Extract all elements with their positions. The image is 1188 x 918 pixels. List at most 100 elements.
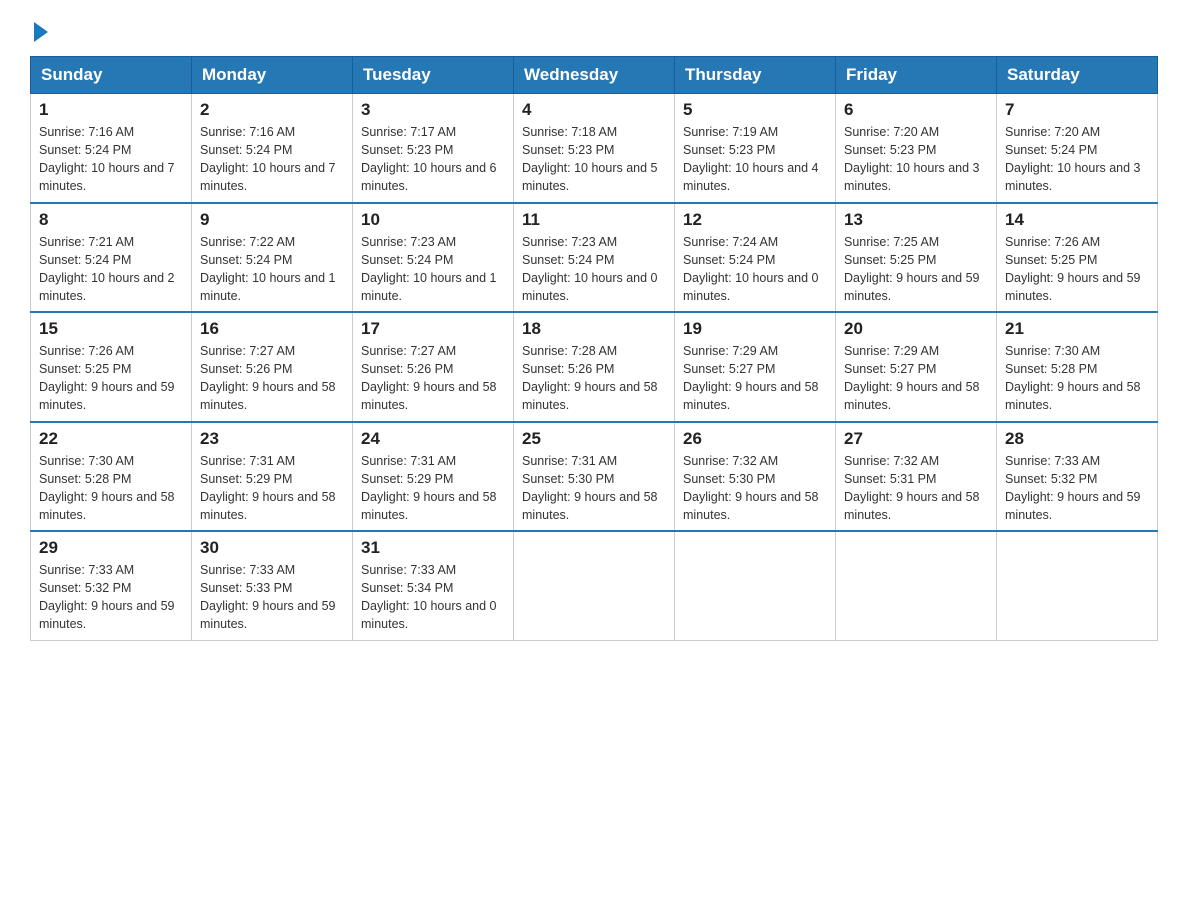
calendar-cell: 15Sunrise: 7:26 AMSunset: 5:25 PMDayligh… [31,312,192,422]
day-info: Sunrise: 7:33 AMSunset: 5:33 PMDaylight:… [200,561,344,634]
day-info: Sunrise: 7:16 AMSunset: 5:24 PMDaylight:… [200,123,344,196]
day-number: 14 [1005,210,1149,230]
day-info: Sunrise: 7:31 AMSunset: 5:30 PMDaylight:… [522,452,666,525]
day-number: 25 [522,429,666,449]
calendar-cell: 14 Sunrise: 7:26 AMSunset: 5:25 PMDayligh… [997,203,1158,313]
day-number: 20 [844,319,988,339]
week-row-5: 29 Sunrise: 7:33 AMSunset: 5:32 PMDayligh… [31,531,1158,640]
weekday-header-wednesday: Wednesday [514,57,675,94]
calendar-cell [836,531,997,640]
day-info: Sunrise: 7:24 AMSunset: 5:24 PMDaylight:… [683,233,827,306]
day-number: 22 [39,429,183,449]
calendar-cell: 4 Sunrise: 7:18 AMSunset: 5:23 PMDaylight… [514,94,675,203]
day-number: 13 [844,210,988,230]
day-number: 4 [522,100,666,120]
day-info: Sunrise: 7:17 AMSunset: 5:23 PMDaylight:… [361,123,505,196]
day-info: Sunrise: 7:32 AMSunset: 5:30 PMDaylight:… [683,452,827,525]
day-info: Sunrise: 7:30 AMSunset: 5:28 PMDaylight:… [1005,342,1149,415]
day-info: Sunrise: 7:20 AMSunset: 5:23 PMDaylight:… [844,123,988,196]
calendar-cell: 1 Sunrise: 7:16 AMSunset: 5:24 PMDaylight… [31,94,192,203]
calendar-cell: 28Sunrise: 7:33 AMSunset: 5:32 PMDayligh… [997,422,1158,532]
day-number: 30 [200,538,344,558]
day-number: 17 [361,319,505,339]
calendar-cell: 5Sunrise: 7:19 AMSunset: 5:23 PMDaylight… [675,94,836,203]
day-info: Sunrise: 7:26 AMSunset: 5:25 PMDaylight:… [1005,233,1149,306]
calendar-cell: 27 Sunrise: 7:32 AMSunset: 5:31 PMDayligh… [836,422,997,532]
day-number: 31 [361,538,505,558]
day-info: Sunrise: 7:18 AMSunset: 5:23 PMDaylight:… [522,123,666,196]
calendar-cell: 23 Sunrise: 7:31 AMSunset: 5:29 PMDayligh… [192,422,353,532]
calendar-cell: 17 Sunrise: 7:27 AMSunset: 5:26 PMDayligh… [353,312,514,422]
day-info: Sunrise: 7:23 AMSunset: 5:24 PMDaylight:… [522,233,666,306]
day-number: 27 [844,429,988,449]
calendar-table: SundayMondayTuesdayWednesdayThursdayFrid… [30,56,1158,641]
calendar-cell: 10Sunrise: 7:23 AMSunset: 5:24 PMDayligh… [353,203,514,313]
calendar-cell: 13 Sunrise: 7:25 AMSunset: 5:25 PMDayligh… [836,203,997,313]
day-number: 7 [1005,100,1149,120]
calendar-cell [675,531,836,640]
day-info: Sunrise: 7:26 AMSunset: 5:25 PMDaylight:… [39,342,183,415]
calendar-cell: 30 Sunrise: 7:33 AMSunset: 5:33 PMDayligh… [192,531,353,640]
weekday-header-tuesday: Tuesday [353,57,514,94]
day-number: 11 [522,210,666,230]
weekday-header-row: SundayMondayTuesdayWednesdayThursdayFrid… [31,57,1158,94]
day-number: 8 [39,210,183,230]
day-number: 10 [361,210,505,230]
calendar-cell: 8 Sunrise: 7:21 AMSunset: 5:24 PMDaylight… [31,203,192,313]
day-info: Sunrise: 7:27 AMSunset: 5:26 PMDaylight:… [361,342,505,415]
day-number: 9 [200,210,344,230]
day-info: Sunrise: 7:16 AMSunset: 5:24 PMDaylight:… [39,123,183,196]
day-number: 5 [683,100,827,120]
weekday-header-thursday: Thursday [675,57,836,94]
calendar-cell: 25 Sunrise: 7:31 AMSunset: 5:30 PMDayligh… [514,422,675,532]
day-info: Sunrise: 7:28 AMSunset: 5:26 PMDaylight:… [522,342,666,415]
day-info: Sunrise: 7:27 AMSunset: 5:26 PMDaylight:… [200,342,344,415]
calendar-cell: 9 Sunrise: 7:22 AMSunset: 5:24 PMDaylight… [192,203,353,313]
day-number: 18 [522,319,666,339]
day-info: Sunrise: 7:29 AMSunset: 5:27 PMDaylight:… [683,342,827,415]
day-info: Sunrise: 7:33 AMSunset: 5:32 PMDaylight:… [39,561,183,634]
day-number: 16 [200,319,344,339]
day-info: Sunrise: 7:22 AMSunset: 5:24 PMDaylight:… [200,233,344,306]
day-info: Sunrise: 7:32 AMSunset: 5:31 PMDaylight:… [844,452,988,525]
day-info: Sunrise: 7:31 AMSunset: 5:29 PMDaylight:… [361,452,505,525]
calendar-cell: 22 Sunrise: 7:30 AMSunset: 5:28 PMDayligh… [31,422,192,532]
day-number: 19 [683,319,827,339]
calendar-cell: 7 Sunrise: 7:20 AMSunset: 5:24 PMDaylight… [997,94,1158,203]
calendar-cell: 18 Sunrise: 7:28 AMSunset: 5:26 PMDayligh… [514,312,675,422]
day-number: 28 [1005,429,1149,449]
week-row-2: 8 Sunrise: 7:21 AMSunset: 5:24 PMDaylight… [31,203,1158,313]
calendar-cell: 31 Sunrise: 7:33 AMSunset: 5:34 PMDayligh… [353,531,514,640]
day-number: 26 [683,429,827,449]
day-number: 1 [39,100,183,120]
day-number: 23 [200,429,344,449]
day-info: Sunrise: 7:21 AMSunset: 5:24 PMDaylight:… [39,233,183,306]
weekday-header-friday: Friday [836,57,997,94]
calendar-cell: 11 Sunrise: 7:23 AMSunset: 5:24 PMDayligh… [514,203,675,313]
day-number: 12 [683,210,827,230]
day-number: 3 [361,100,505,120]
day-info: Sunrise: 7:31 AMSunset: 5:29 PMDaylight:… [200,452,344,525]
day-info: Sunrise: 7:30 AMSunset: 5:28 PMDaylight:… [39,452,183,525]
day-info: Sunrise: 7:25 AMSunset: 5:25 PMDaylight:… [844,233,988,306]
calendar-cell [997,531,1158,640]
calendar-cell: 12 Sunrise: 7:24 AMSunset: 5:24 PMDayligh… [675,203,836,313]
day-number: 24 [361,429,505,449]
day-info: Sunrise: 7:29 AMSunset: 5:27 PMDaylight:… [844,342,988,415]
calendar-cell: 29 Sunrise: 7:33 AMSunset: 5:32 PMDayligh… [31,531,192,640]
day-info: Sunrise: 7:33 AMSunset: 5:34 PMDaylight:… [361,561,505,634]
day-info: Sunrise: 7:20 AMSunset: 5:24 PMDaylight:… [1005,123,1149,196]
logo-triangle-icon [34,22,48,42]
calendar-cell: 21 Sunrise: 7:30 AMSunset: 5:28 PMDayligh… [997,312,1158,422]
day-number: 29 [39,538,183,558]
calendar-cell: 6 Sunrise: 7:20 AMSunset: 5:23 PMDaylight… [836,94,997,203]
calendar-cell [514,531,675,640]
calendar-cell: 16 Sunrise: 7:27 AMSunset: 5:26 PMDayligh… [192,312,353,422]
header [30,20,1158,42]
day-number: 6 [844,100,988,120]
calendar-cell: 24 Sunrise: 7:31 AMSunset: 5:29 PMDayligh… [353,422,514,532]
day-number: 21 [1005,319,1149,339]
week-row-3: 15Sunrise: 7:26 AMSunset: 5:25 PMDayligh… [31,312,1158,422]
calendar-cell: 20 Sunrise: 7:29 AMSunset: 5:27 PMDayligh… [836,312,997,422]
calendar-cell: 3 Sunrise: 7:17 AMSunset: 5:23 PMDaylight… [353,94,514,203]
